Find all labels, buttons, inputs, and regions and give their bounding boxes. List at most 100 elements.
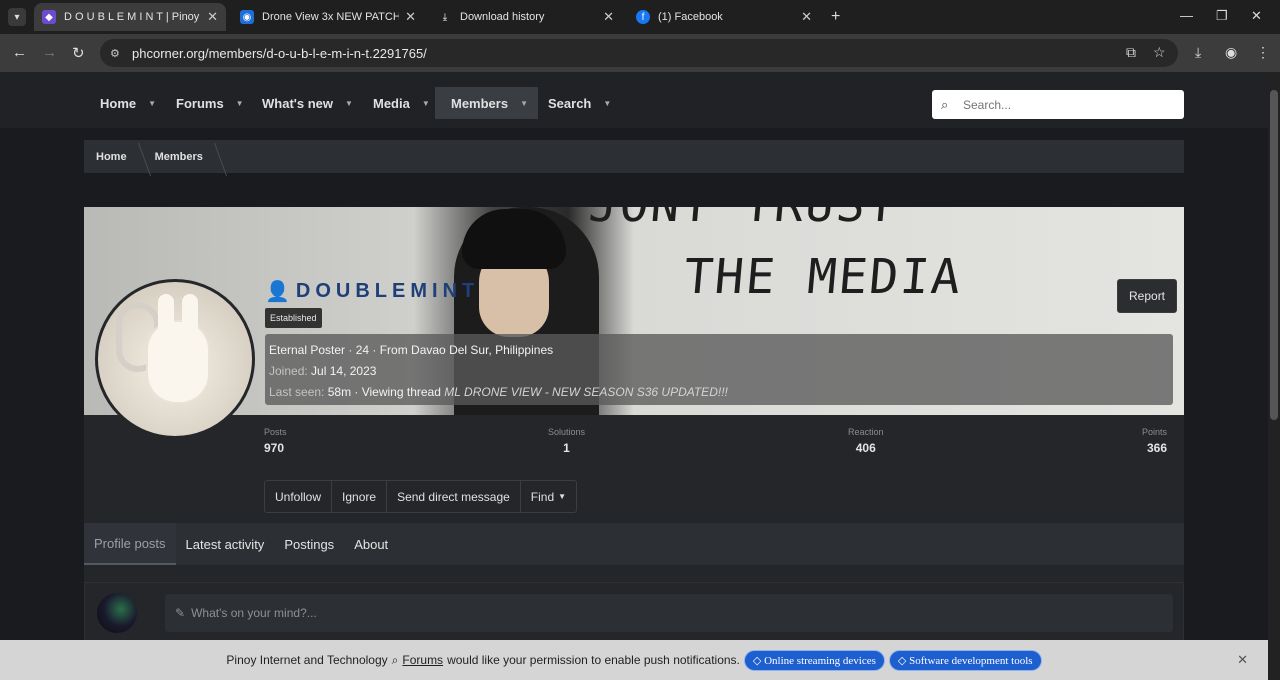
nav-label: Home — [100, 95, 137, 111]
tab-about[interactable]: About — [344, 523, 398, 565]
username-text: DOUBLEMINT — [295, 280, 480, 302]
forward-icon[interactable]: → — [42, 44, 57, 61]
nav-whats-new[interactable]: What's new ▼ — [246, 87, 363, 119]
report-button[interactable]: Report — [1117, 279, 1178, 313]
breadcrumb-home[interactable]: Home — [84, 151, 139, 163]
nav-label: Members — [451, 95, 509, 111]
close-icon[interactable]: ✕ — [603, 9, 614, 25]
tab-title: Drone View 3x NEW PATCH S36 — [262, 11, 400, 23]
ignore-button[interactable]: Ignore — [332, 481, 388, 512]
tab-title: Download history — [460, 11, 545, 23]
nav-label: What's new — [262, 95, 333, 111]
user-title-badge: Established — [265, 308, 322, 328]
unfollow-button[interactable]: Unfollow — [265, 481, 333, 512]
address-bar[interactable]: ⚙ phcorner.org/members/d-o-u-b-l-e-m-i-n… — [100, 39, 1178, 67]
stat-label: Points — [1142, 427, 1168, 437]
close-icon[interactable]: ✕ — [1237, 652, 1248, 668]
tab-download-history[interactable]: ⤓ Download history ✕ — [430, 3, 622, 31]
site-info-icon[interactable]: ⚙ — [110, 47, 124, 60]
chevron-down-icon: ▼ — [558, 492, 567, 501]
profile-username: 👤 DOUBLEMINT — [265, 279, 479, 304]
profile-tabs: Profile posts Latest activity Postings A… — [84, 523, 1184, 565]
joined-date: Jul 14, 2023 — [311, 364, 377, 378]
notification-forums-link[interactable]: Forums — [402, 653, 443, 667]
stat-label: Posts — [264, 427, 287, 437]
nav-label: Media — [373, 95, 410, 111]
stat-label: Reaction — [848, 427, 884, 437]
stat-value: 1 — [563, 441, 570, 455]
profile-actions: Unfollow Ignore Send direct message Find… — [264, 480, 578, 513]
scrollbar-thumb[interactable] — [1270, 90, 1278, 420]
tag-software-development-tools[interactable]: ◇ Software development tools — [888, 649, 1042, 671]
stat-label: Solutions — [548, 427, 586, 437]
breadcrumb: Home Members — [84, 140, 1184, 173]
status-input[interactable]: ✎ What's on your mind?... — [165, 594, 1173, 632]
banner-hat-image — [462, 209, 566, 269]
tag-label: Online streaming devices — [764, 654, 876, 667]
new-tab-icon[interactable]: + — [831, 8, 840, 26]
stat-solutions[interactable]: Solutions 1 — [548, 427, 585, 455]
tab-search-button[interactable]: ▾ — [8, 8, 26, 26]
breadcrumb-members[interactable]: Members — [143, 151, 215, 163]
joined-line: Joined: Jul 14, 2023 — [269, 361, 1169, 382]
chevron-down-icon[interactable]: ▼ — [520, 99, 528, 108]
site-favicon-icon: ◉ — [240, 10, 254, 24]
reload-icon[interactable]: ↻ — [72, 44, 85, 62]
nav-search[interactable]: Search ▼ — [532, 87, 621, 119]
last-seen-label: Last seen: — [269, 385, 325, 399]
page-scrollbar[interactable] — [1268, 72, 1280, 680]
close-icon[interactable]: ✕ — [405, 9, 416, 25]
back-icon[interactable]: ← — [12, 44, 27, 61]
close-icon[interactable]: ✕ — [801, 9, 812, 25]
profile-icon[interactable]: ◉ — [1225, 44, 1237, 61]
nav-label: Forums — [176, 95, 224, 111]
nav-label: Search — [548, 95, 592, 111]
stat-posts[interactable]: Posts 970 — [264, 427, 287, 455]
tab-postings[interactable]: Postings — [274, 523, 344, 565]
find-label: Find — [530, 489, 555, 504]
push-notification-bar: Pinoy Internet and Technology ⌕ Forums w… — [0, 640, 1268, 680]
stat-reaction[interactable]: Reaction 406 — [848, 427, 884, 455]
avatar[interactable] — [95, 279, 255, 439]
nav-home[interactable]: Home ▼ — [84, 87, 166, 119]
chevron-down-icon[interactable]: ▼ — [422, 99, 430, 108]
browser-tab-strip: ▾ ◆ D O U B L E M I N T | Pinoy Inte ✕ ◉… — [0, 0, 1280, 34]
viewing-thread-link[interactable]: ML DRONE VIEW - NEW SEASON S36 UPDATED!!… — [444, 385, 728, 399]
banner-graffiti-main: THE MEDIA — [681, 249, 965, 305]
chevron-down-icon[interactable]: ▼ — [603, 99, 611, 108]
search-box[interactable]: ⌕ — [932, 90, 1184, 119]
restore-icon[interactable]: ❐ — [1216, 8, 1228, 24]
tab-drone-view[interactable]: ◉ Drone View 3x NEW PATCH S36 ✕ — [232, 3, 424, 31]
stat-value: 970 — [264, 441, 285, 455]
tab-facebook[interactable]: f (1) Facebook ✕ — [628, 3, 820, 31]
menu-icon[interactable]: ⋮ — [1256, 44, 1270, 61]
current-user-avatar[interactable] — [97, 593, 137, 633]
url-text[interactable]: phcorner.org/members/d-o-u-b-l-e-m-i-n-t… — [132, 46, 427, 61]
minimize-icon[interactable]: — — [1180, 8, 1193, 23]
nav-members[interactable]: Members ▼ — [435, 87, 538, 119]
chevron-down-icon[interactable]: ▼ — [148, 99, 156, 108]
send-direct-message-button[interactable]: Send direct message — [387, 481, 521, 512]
window-close-icon[interactable]: ✕ — [1251, 8, 1262, 24]
tab-profile-posts[interactable]: Profile posts — [84, 523, 176, 565]
search-input[interactable] — [963, 97, 1163, 112]
stat-value: 406 — [855, 441, 876, 455]
last-seen-line: Last seen: 58m · Viewing thread ML DRONE… — [269, 382, 1169, 403]
tab-title: D O U B L E M I N T | Pinoy Inte — [64, 11, 201, 23]
profile-info-box: Eternal Poster · 24 · From Davao Del Sur… — [265, 334, 1173, 405]
stat-points[interactable]: Points 366 — [1142, 427, 1167, 455]
find-button[interactable]: Find ▼ — [521, 481, 576, 512]
tab-doublemint[interactable]: ◆ D O U B L E M I N T | Pinoy Inte ✕ — [34, 3, 226, 31]
profile-card: JONT TRUST THE MEDIA 👤 DOUBLEMINT Establ… — [84, 207, 1184, 637]
downloads-icon[interactable]: ⤓ — [1195, 44, 1201, 61]
tag-online-streaming-devices[interactable]: ◇ Online streaming devices — [743, 649, 885, 671]
nav-media[interactable]: Media ▼ — [357, 87, 440, 119]
tab-latest-activity[interactable]: Latest activity — [176, 523, 275, 565]
install-app-icon[interactable]: ⧉ — [1126, 44, 1136, 61]
nav-forums[interactable]: Forums ▼ — [160, 87, 254, 119]
bookmark-star-icon[interactable]: ☆ — [1153, 44, 1166, 61]
last-seen-text: 58m · Viewing thread — [327, 385, 441, 399]
close-icon[interactable]: ✕ — [207, 9, 218, 25]
chevron-down-icon[interactable]: ▼ — [345, 99, 353, 108]
chevron-down-icon[interactable]: ▼ — [236, 99, 244, 108]
